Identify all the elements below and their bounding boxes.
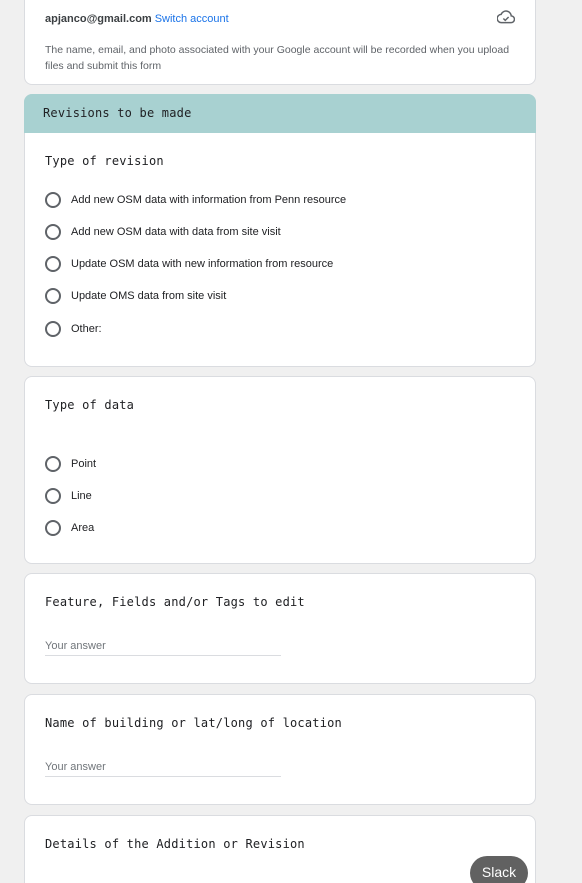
revision-option[interactable]: Add new OSM data with data from site vis… (45, 224, 281, 240)
details-card: Details of the Addition or Revision (24, 815, 536, 883)
option-label: Area (71, 522, 95, 534)
slack-button[interactable]: Slack (470, 856, 528, 883)
feature-answer-input[interactable]: Your answer (45, 640, 281, 656)
data-type-option[interactable]: Point (45, 456, 96, 472)
revision-option[interactable]: Update OSM data with new information fro… (45, 256, 333, 272)
radio-button[interactable] (45, 321, 61, 337)
radio-button[interactable] (45, 288, 61, 304)
data-type-option[interactable]: Line (45, 488, 92, 504)
revision-option-other[interactable]: Other: (45, 321, 102, 337)
option-label: Other: (71, 323, 102, 335)
revision-option[interactable]: Update OMS data from site visit (45, 288, 226, 304)
option-label: Add new OSM data with information from P… (71, 194, 347, 206)
feature-card: Feature, Fields and/or Tags to edit Your… (24, 573, 536, 684)
radio-button[interactable] (45, 488, 61, 504)
option-label: Point (71, 458, 97, 470)
data-type-option[interactable]: Area (45, 520, 94, 536)
account-email: apjanco@gmail.com (45, 13, 152, 25)
revision-option[interactable]: Add new OSM data with information from P… (45, 192, 346, 208)
location-question: Name of building or lat/long of location (45, 716, 342, 730)
option-label: Line (71, 490, 92, 502)
account-row: apjanco@gmail.com Switch account (45, 11, 515, 27)
location-card: Name of building or lat/long of location… (24, 694, 536, 805)
cloud-save-icon (497, 10, 515, 24)
revision-question: Type of revision (45, 154, 164, 168)
location-answer-input[interactable]: Your answer (45, 761, 281, 777)
option-label: Update OMS data from site visit (71, 290, 227, 302)
revision-card: Type of revision Add new OSM data with i… (24, 94, 536, 367)
radio-button[interactable] (45, 520, 61, 536)
radio-button[interactable] (45, 192, 61, 208)
section-header: Revisions to be made (24, 94, 536, 133)
data-type-card: Type of data Point Line Area (24, 376, 536, 564)
details-question: Details of the Addition or Revision (45, 837, 305, 851)
option-label: Update OSM data with new information fro… (71, 258, 334, 270)
account-card: apjanco@gmail.com Switch account The nam… (24, 0, 536, 85)
account-notice: The name, email, and photo associated wi… (45, 44, 510, 72)
data-type-question: Type of data (45, 398, 135, 412)
radio-button[interactable] (45, 224, 61, 240)
feature-question: Feature, Fields and/or Tags to edit (45, 595, 305, 609)
radio-button[interactable] (45, 456, 61, 472)
switch-account-link[interactable]: Switch account (155, 13, 229, 25)
radio-button[interactable] (45, 256, 61, 272)
option-label: Add new OSM data with data from site vis… (71, 226, 281, 238)
